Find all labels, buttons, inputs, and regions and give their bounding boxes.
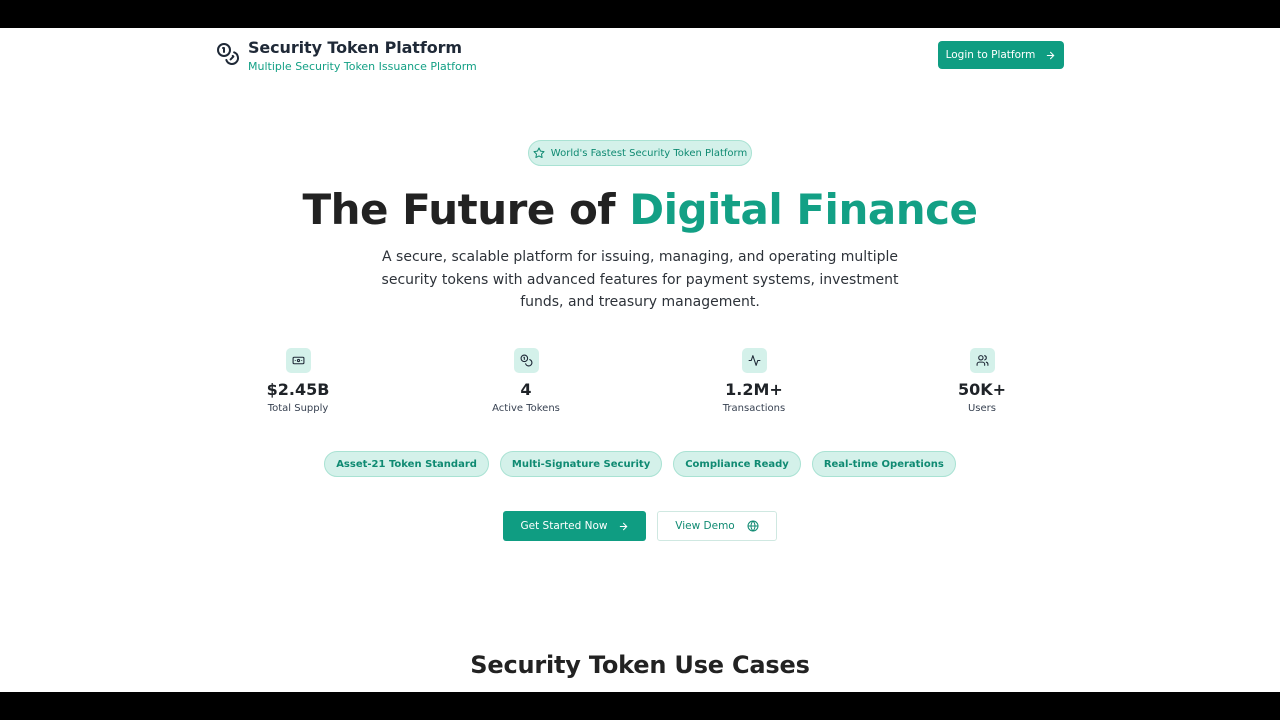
feature-pills: Asset-21 Token Standard Multi-Signature … — [0, 451, 1280, 477]
stat-icon-box — [969, 348, 995, 373]
coins-icon — [520, 354, 532, 367]
brand[interactable]: Security Token Platform Multiple Securit… — [216, 38, 477, 75]
stat-total-supply: $2.45B Total Supply — [218, 348, 378, 416]
stat-label: Transactions — [722, 403, 786, 414]
activity-icon — [748, 355, 760, 366]
users-icon — [976, 355, 988, 366]
login-button[interactable]: Login to Platform — [938, 41, 1064, 69]
brand-subtitle: Multiple Security Token Issuance Platfor… — [248, 60, 477, 73]
hero-badge-label: World's Fastest Security Token Platform — [550, 147, 748, 159]
stat-transactions: 1.2M+ Transactions — [674, 348, 834, 416]
stat-value: $2.45B — [266, 380, 330, 399]
feature-pill: Multi-Signature Security — [499, 451, 663, 477]
feature-pill: Compliance Ready — [673, 451, 801, 477]
arrow-right-icon — [1047, 51, 1055, 59]
hero-badge: World's Fastest Security Token Platform — [528, 140, 752, 166]
stat-users: 50K+ Users — [902, 348, 1062, 416]
cta-buttons: Get Started Now View Demo — [0, 511, 1280, 541]
hero-title-accent: Digital Finance — [629, 185, 978, 234]
stat-icon-box — [285, 348, 311, 373]
feature-pill: Real-time Operations — [811, 451, 956, 477]
brand-title: Security Token Platform — [248, 38, 462, 57]
site-header: Security Token Platform Multiple Securit… — [216, 38, 1064, 78]
stat-active-tokens: 4 Active Tokens — [446, 348, 606, 416]
stat-icon-box — [513, 348, 539, 373]
globe-icon — [747, 520, 759, 532]
stat-value: 50K+ — [957, 380, 1007, 399]
arrow-right-icon — [619, 522, 627, 530]
stat-value: 1.2M+ — [725, 380, 783, 399]
stat-label: Total Supply — [267, 403, 329, 414]
get-started-label: Get Started Now — [520, 520, 608, 532]
stat-label: Users — [967, 403, 996, 414]
stat-icon-box — [741, 348, 767, 373]
view-demo-button[interactable]: View Demo — [657, 511, 777, 541]
stat-label: Active Tokens — [492, 403, 560, 414]
hero-title-main: The Future of — [302, 185, 630, 234]
feature-pill: Asset-21 Token Standard — [324, 451, 489, 477]
banknote-icon — [292, 356, 304, 365]
use-cases-title: Security Token Use Cases — [470, 651, 810, 679]
coins-icon — [217, 43, 239, 65]
get-started-button[interactable]: Get Started Now — [503, 511, 646, 541]
hero-description: A secure, scalable platform for issuing,… — [381, 249, 899, 310]
star-icon — [533, 147, 545, 159]
view-demo-label: View Demo — [675, 520, 735, 532]
landing-page: Security Token Platform Multiple Securit… — [0, 28, 1280, 692]
stat-value: 4 — [520, 380, 532, 399]
stats-row: $2.45B Total Supply 4 Active Tokens 1.2M… — [0, 348, 1280, 428]
brand-text: Security Token Platform Multiple Securit… — [248, 38, 477, 75]
login-button-label: Login to Platform — [945, 49, 1036, 61]
hero-title: The Future of Digital Finance — [0, 184, 1280, 236]
